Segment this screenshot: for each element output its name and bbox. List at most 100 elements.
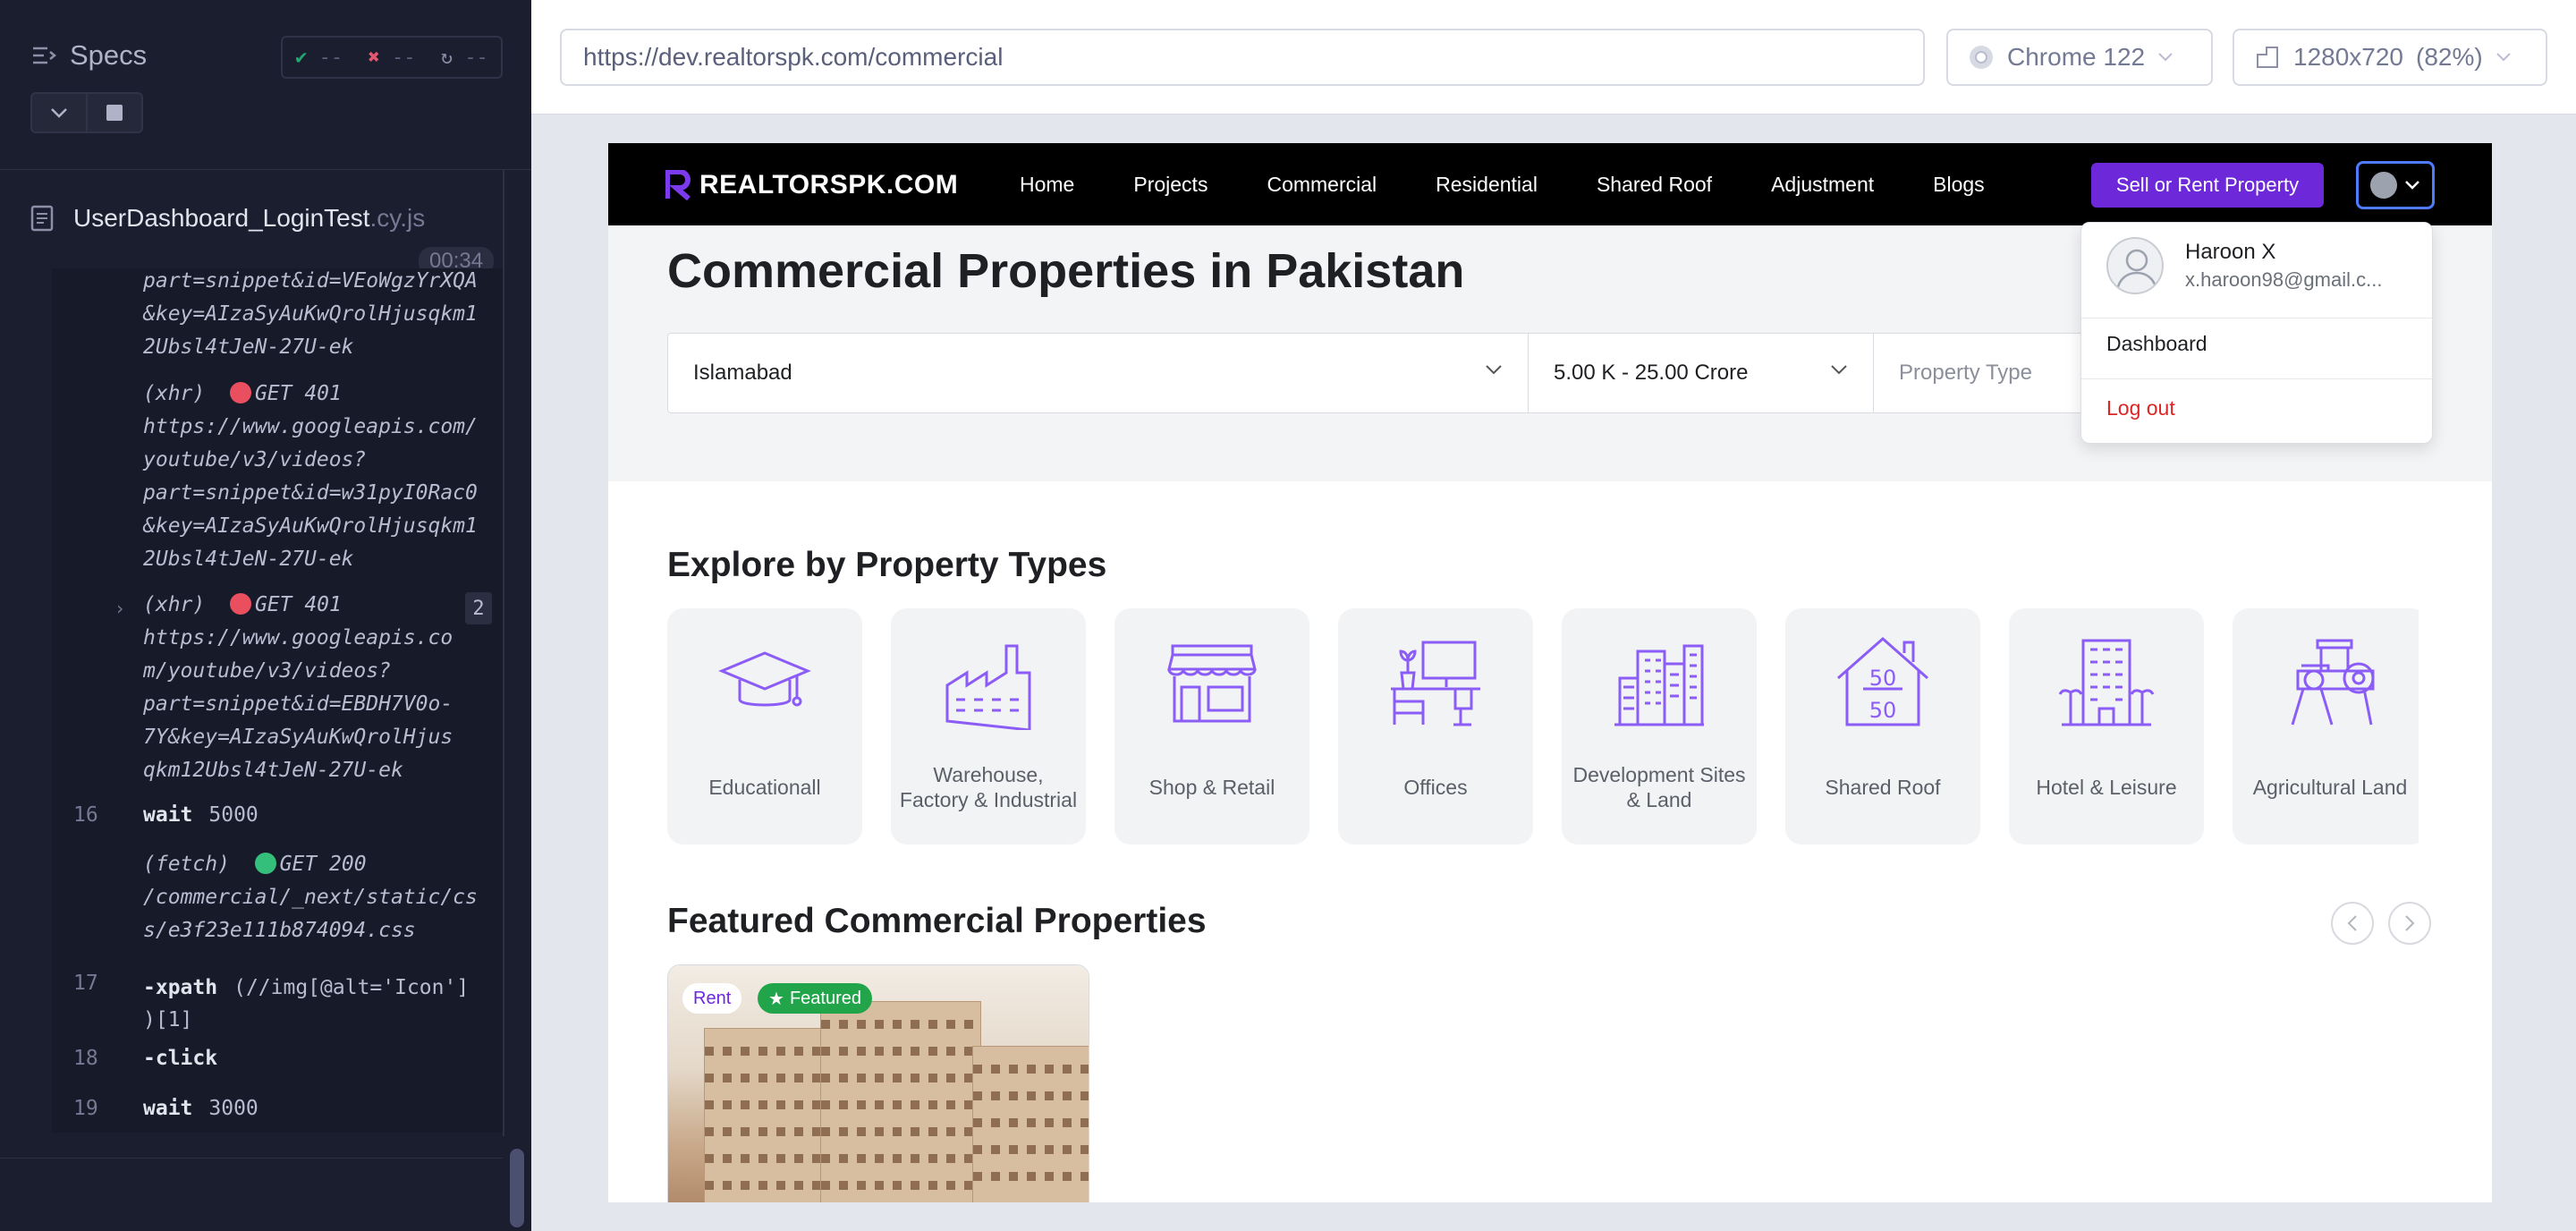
buildings-icon bbox=[1614, 644, 1704, 726]
price-select[interactable]: 5.00 K - 25.00 Crore bbox=[1529, 334, 1874, 412]
svg-text:50: 50 bbox=[1869, 698, 1897, 723]
type-card-agricultural[interactable]: Agricultural Land bbox=[2233, 608, 2419, 845]
chevron-left-icon bbox=[2347, 915, 2357, 931]
type-card-offices[interactable]: Offices bbox=[1338, 608, 1533, 845]
avatar bbox=[2106, 237, 2164, 294]
carousel-prev-button[interactable] bbox=[2331, 902, 2374, 945]
log-line-16[interactable]: 16 wait 5000 bbox=[52, 794, 503, 836]
graduation-cap-icon bbox=[718, 651, 811, 707]
hotel-icon bbox=[2058, 639, 2155, 726]
log-entry-xhr-2[interactable]: (xhr) GET 401 https://www.googleapis.co … bbox=[143, 589, 453, 787]
cypress-runner-panel: Specs ✔ -- ✖ -- ↻ -- UserDashboard_Login… bbox=[0, 0, 531, 1231]
featured-title: Featured Commercial Properties bbox=[667, 902, 1207, 940]
viewport-info[interactable]: 1280x720 (82%) bbox=[2233, 29, 2547, 86]
chevron-down-icon bbox=[1486, 365, 1502, 375]
star-icon: ★ bbox=[768, 989, 784, 1009]
log-line-19[interactable]: 19 wait 3000 bbox=[52, 1088, 503, 1129]
chevron-right-icon[interactable]: › bbox=[114, 598, 125, 619]
nav-residential[interactable]: Residential bbox=[1436, 173, 1538, 197]
type-card-shop[interactable]: Shop & Retail bbox=[1114, 608, 1309, 845]
chrome-icon bbox=[1970, 46, 1993, 69]
log-scrollbar[interactable] bbox=[510, 1149, 524, 1227]
command-log: part=snippet&id=VEoWgzYrXQA &key=AIzaSyA… bbox=[52, 268, 503, 1133]
type-card-warehouse[interactable]: Warehouse, Factory & Industrial bbox=[891, 608, 1086, 845]
nav-projects[interactable]: Projects bbox=[1133, 173, 1208, 197]
request-count-badge: 2 bbox=[465, 592, 492, 624]
main-nav: Home Projects Commercial Residential Sha… bbox=[1020, 143, 1985, 225]
site-navbar: REALTORSPK.COM Home Projects Commercial … bbox=[608, 143, 2492, 225]
building-shape bbox=[820, 1001, 981, 1202]
dashboard-link[interactable]: Dashboard bbox=[2106, 332, 2207, 356]
nav-adjustment[interactable]: Adjustment bbox=[1771, 173, 1874, 197]
type-label: Warehouse, Factory & Industrial bbox=[899, 763, 1078, 811]
type-card-educational[interactable]: Educationall bbox=[667, 608, 862, 845]
chevron-down-icon bbox=[2496, 53, 2511, 62]
property-type-select[interactable]: Property Type bbox=[1874, 334, 2099, 412]
log-line-18[interactable]: 18 -click bbox=[52, 1038, 503, 1079]
rent-badge: Rent bbox=[682, 983, 742, 1014]
specs-label: Specs bbox=[70, 39, 148, 71]
log-line-17[interactable]: 17 -xpath (//img[@alt='Icon'] )[1] bbox=[52, 964, 503, 1036]
spec-file-name: UserDashboard_LoginTest bbox=[73, 204, 370, 232]
type-label: Hotel & Leisure bbox=[2036, 776, 2177, 799]
x-icon: ✖ bbox=[368, 46, 380, 69]
city-select[interactable]: Islamabad bbox=[668, 334, 1529, 412]
test-stats: ✔ -- ✖ -- ↻ -- bbox=[281, 36, 503, 79]
specs-toggle[interactable]: Specs bbox=[30, 39, 147, 72]
divider bbox=[0, 1158, 503, 1159]
url-field[interactable]: https://dev.realtorspk.com/commercial bbox=[560, 29, 1925, 86]
browser-selector[interactable]: Chrome 122 bbox=[1946, 29, 2213, 86]
user-email: x.haroon98@gmail.c... bbox=[2185, 268, 2383, 291]
chevron-down-icon bbox=[2158, 53, 2173, 62]
log-entry-fetch[interactable]: (fetch) GET 200 /commercial/_next/static… bbox=[143, 848, 478, 947]
collapse-button[interactable] bbox=[30, 92, 88, 133]
site-logo[interactable]: REALTORSPK.COM bbox=[665, 170, 958, 200]
featured-badge: ★ Featured bbox=[758, 983, 872, 1014]
type-label: Agricultural Land bbox=[2252, 776, 2408, 799]
office-desk-icon bbox=[1391, 641, 1480, 726]
error-dot-icon bbox=[229, 382, 251, 403]
passed-stat: ✔ -- bbox=[295, 46, 343, 69]
chevron-down-icon bbox=[1831, 365, 1847, 375]
browser-name: Chrome 122 bbox=[2007, 43, 2146, 71]
chevron-right-icon bbox=[2405, 915, 2415, 931]
property-type-carousel: Educationall Warehouse, Factory & Indust… bbox=[667, 608, 2419, 845]
spec-file-ext: .cy.js bbox=[369, 204, 426, 232]
user-name: Haroon X bbox=[2185, 240, 2276, 264]
building-shape bbox=[704, 1028, 829, 1202]
viewport-scale: (82%) bbox=[2416, 43, 2483, 71]
chevron-down-icon bbox=[2405, 181, 2419, 190]
runner-header: Specs ✔ -- ✖ -- ↻ -- bbox=[0, 0, 531, 170]
logout-link[interactable]: Log out bbox=[2106, 396, 2175, 420]
success-dot-icon bbox=[254, 853, 276, 874]
file-icon bbox=[30, 205, 54, 232]
type-card-hotel[interactable]: Hotel & Leisure bbox=[2009, 608, 2204, 845]
building-shape bbox=[972, 1046, 1089, 1202]
failed-stat: ✖ -- bbox=[368, 46, 416, 69]
type-label: Educationall bbox=[708, 776, 821, 799]
dropdown-user-info: Haroon X x.haroon98@gmail.c... bbox=[2106, 237, 2382, 294]
svg-text:50: 50 bbox=[1869, 666, 1897, 691]
specs-list-icon bbox=[33, 47, 57, 64]
spec-file-header[interactable]: UserDashboard_LoginTest.cy.js bbox=[30, 204, 425, 233]
type-card-shared-roof[interactable]: 50 50 Shared Roof bbox=[1785, 608, 1980, 845]
featured-property-card[interactable]: Rent ★ Featured bbox=[667, 964, 1089, 1202]
nav-home[interactable]: Home bbox=[1020, 173, 1074, 197]
stop-button[interactable] bbox=[86, 92, 143, 133]
type-label: Development Sites & Land bbox=[1572, 763, 1746, 811]
sell-rent-button[interactable]: Sell or Rent Property bbox=[2091, 163, 2324, 208]
nav-shared-roof[interactable]: Shared Roof bbox=[1597, 173, 1712, 197]
log-entry-xhr-1[interactable]: (xhr) GET 401 https://www.googleapis.com… bbox=[143, 378, 478, 576]
nav-blogs[interactable]: Blogs bbox=[1933, 173, 1985, 197]
explore-title: Explore by Property Types bbox=[667, 546, 1107, 584]
divider bbox=[2081, 378, 2432, 379]
log-entry-url: part=snippet&id=VEoWgzYrXQA &key=AIzaSyA… bbox=[143, 269, 478, 359]
carousel-next-button[interactable] bbox=[2388, 902, 2431, 945]
nav-commercial[interactable]: Commercial bbox=[1267, 173, 1377, 197]
user-menu-button[interactable] bbox=[2356, 161, 2435, 209]
avatar bbox=[2370, 172, 2397, 199]
search-filter-bar: Islamabad 5.00 K - 25.00 Crore Property … bbox=[667, 333, 2098, 413]
error-dot-icon bbox=[229, 593, 251, 615]
factory-icon bbox=[945, 644, 1031, 730]
type-card-development[interactable]: Development Sites & Land bbox=[1562, 608, 1757, 845]
